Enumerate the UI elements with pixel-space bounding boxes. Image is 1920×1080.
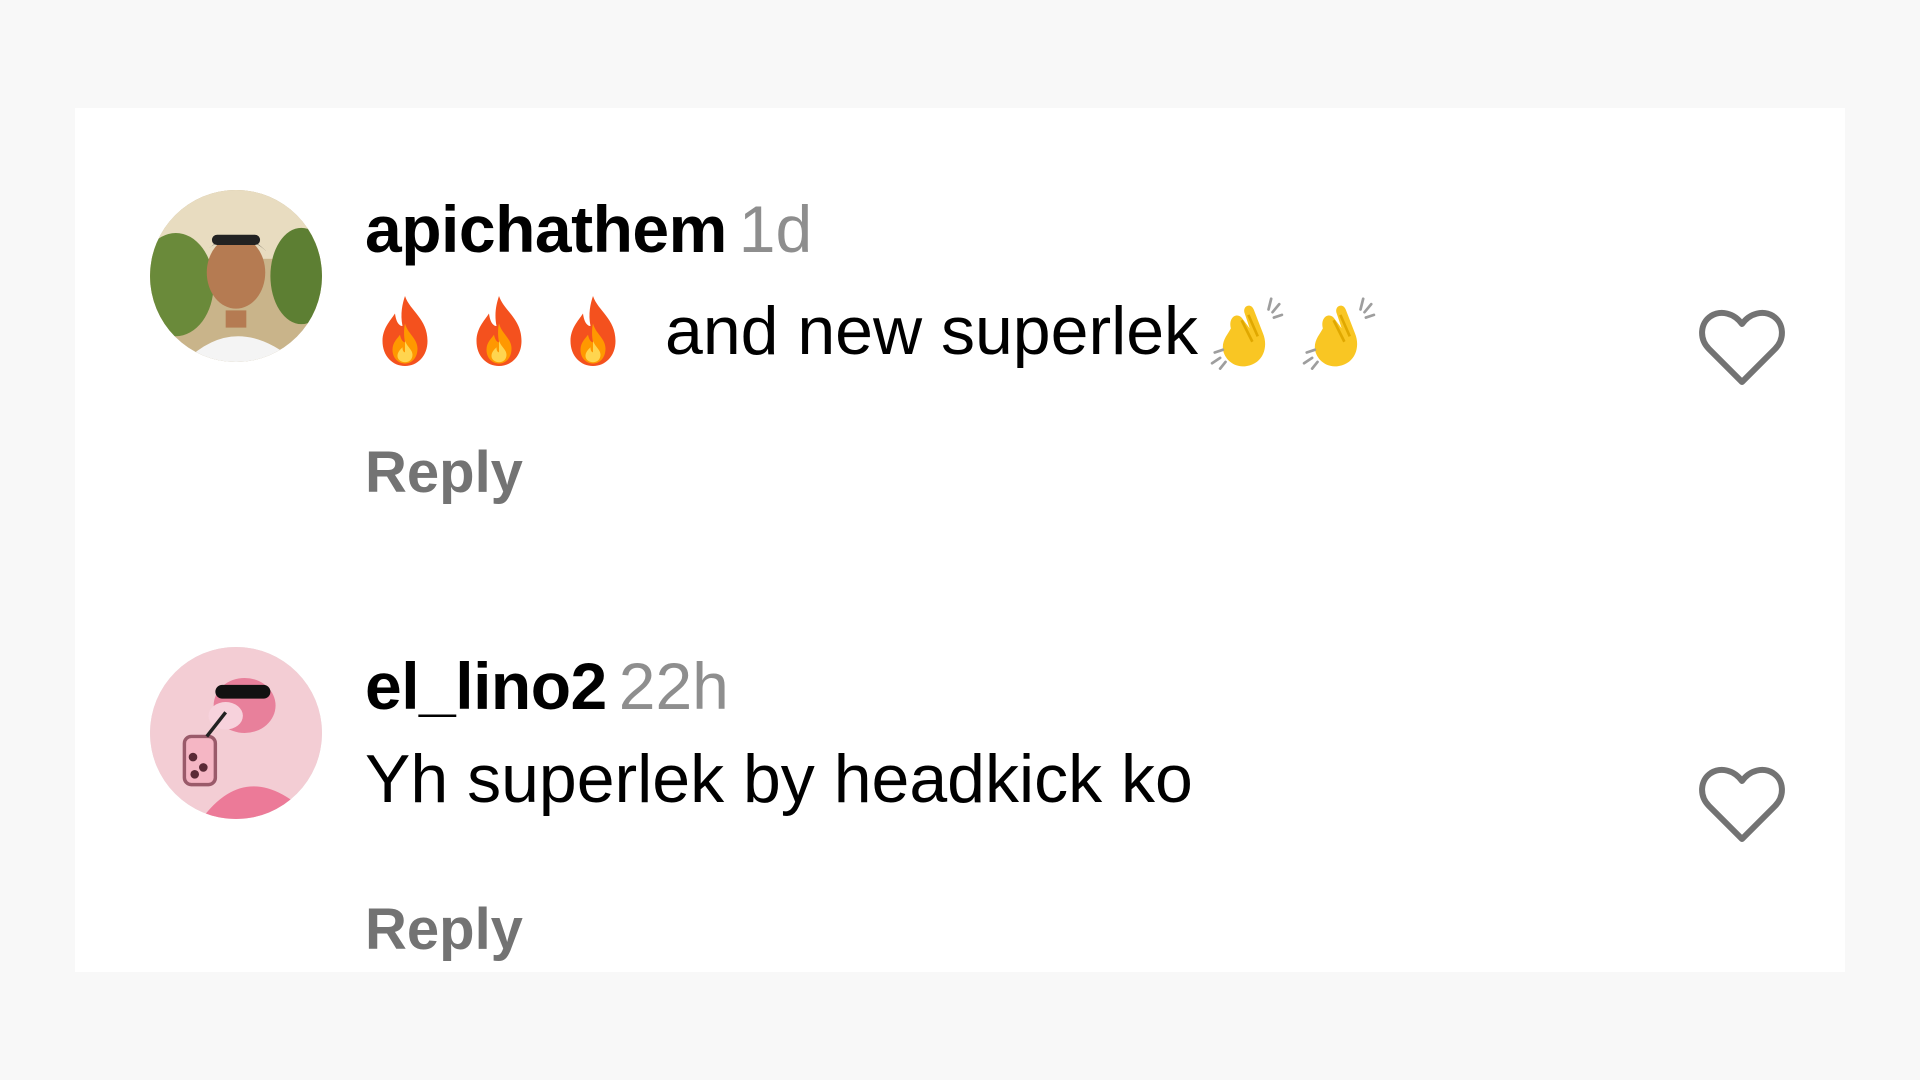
username[interactable]: apichathem [365, 192, 727, 266]
like-button[interactable] [1697, 765, 1787, 845]
heart-outline-icon [1699, 766, 1785, 842]
timestamp: 1d [738, 192, 813, 266]
username[interactable]: el_lino2 [365, 649, 607, 723]
comment-item: apichathem 1d and new superlek Reply [75, 108, 1845, 502]
comment-body: and new superlek [665, 293, 1199, 369]
avatar[interactable] [150, 190, 322, 362]
avatar-photo [150, 190, 322, 362]
reply-button[interactable]: Reply [365, 444, 523, 502]
comment-text: and new superlek [365, 288, 1388, 374]
clapping-hands-icon [1204, 288, 1290, 374]
like-button[interactable] [1697, 308, 1787, 388]
reply-button[interactable]: Reply [365, 901, 523, 959]
comment-item: el_lino2 22h Yh superlek by headkick ko R… [75, 565, 1845, 959]
avatar[interactable] [150, 647, 322, 819]
comment-text: Yh superlek by headkick ko [365, 745, 1193, 813]
avatar-photo [150, 647, 322, 819]
comments-panel: apichathem 1d and new superlek Reply el_… [75, 108, 1845, 972]
fire-icon [459, 291, 539, 371]
fire-icon [553, 291, 633, 371]
heart-outline-icon [1699, 309, 1785, 385]
comment-header: el_lino2 22h [365, 653, 729, 719]
comment-header: apichathem 1d [365, 196, 812, 262]
comment-body: Yh superlek by headkick ko [365, 741, 1193, 817]
timestamp: 22h [618, 649, 729, 723]
clapping-hands-icon [1296, 288, 1382, 374]
fire-icon [365, 291, 445, 371]
